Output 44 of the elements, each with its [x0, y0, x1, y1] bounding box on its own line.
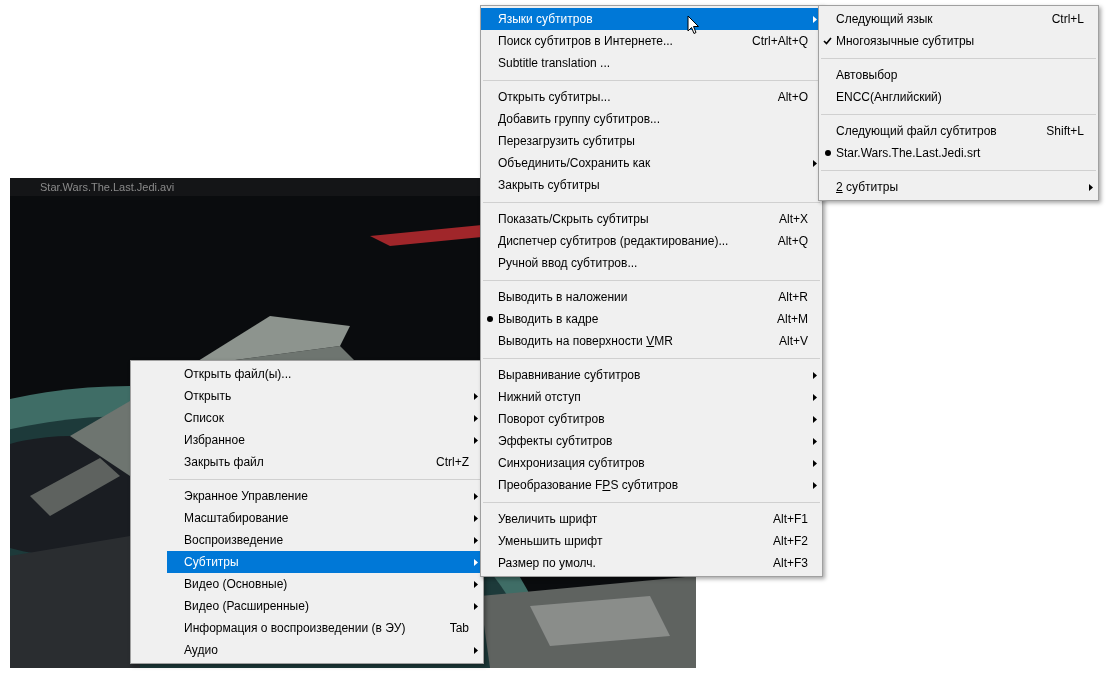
- menu-item[interactable]: Увеличить шрифт Alt+F1: [481, 508, 822, 530]
- menu-item[interactable]: Выводить в наложении Alt+R: [481, 286, 822, 308]
- window-title: Star.Wars.The.Last.Jedi.avi: [40, 179, 175, 195]
- menu-item[interactable]: Ручной ввод субтитров...: [481, 252, 822, 274]
- menu-item[interactable]: Уменьшить шрифт Alt+F2: [481, 530, 822, 552]
- menu-item[interactable]: Выравнивание субтитров: [481, 364, 822, 386]
- menu-item[interactable]: Открыть: [167, 385, 483, 407]
- menu-item[interactable]: Выводить на поверхности VMR Alt+V: [481, 330, 822, 352]
- menu-item[interactable]: Аудио: [167, 639, 483, 661]
- menu-item[interactable]: Поворот субтитров: [481, 408, 822, 430]
- menu-item[interactable]: Размер по умолч. Alt+F3: [481, 552, 822, 574]
- menu-item[interactable]: Эффекты субтитров: [481, 430, 822, 452]
- menu-item[interactable]: Выводить в кадре Alt+M: [481, 308, 822, 330]
- menu-item[interactable]: Закрыть файл Ctrl+Z: [167, 451, 483, 473]
- menu-item[interactable]: Субтитры: [167, 551, 483, 573]
- menu-item[interactable]: Объединить/Сохранить как: [481, 152, 822, 174]
- menu-item[interactable]: Нижний отступ: [481, 386, 822, 408]
- menu-item[interactable]: Масштабирование: [167, 507, 483, 529]
- menu-item[interactable]: Экранное Управление: [167, 485, 483, 507]
- menu-item[interactable]: Следующий файл субтитров Shift+L: [819, 120, 1098, 142]
- menu-item[interactable]: Добавить группу субтитров...: [481, 108, 822, 130]
- menu-item[interactable]: Открыть субтитры... Alt+O: [481, 86, 822, 108]
- menu-item[interactable]: Следующий язык Ctrl+L: [819, 8, 1098, 30]
- menu-item[interactable]: ENCC(Английский): [819, 86, 1098, 108]
- menu-item[interactable]: Синхронизация субтитров: [481, 452, 822, 474]
- menu-item[interactable]: Воспроизведение: [167, 529, 483, 551]
- menu-item[interactable]: Автовыбор: [819, 64, 1098, 86]
- menu-item[interactable]: Открыть файл(ы)...: [167, 363, 483, 385]
- menu-item[interactable]: Видео (Расширенные): [167, 595, 483, 617]
- menu-item[interactable]: Subtitle translation ...: [481, 52, 822, 74]
- menu-item[interactable]: Перезагрузить субтитры: [481, 130, 822, 152]
- menu-item[interactable]: Закрыть субтитры: [481, 174, 822, 196]
- menu-item[interactable]: Информация о воспроизведении (в ЭУ) Tab: [167, 617, 483, 639]
- menu-item[interactable]: Диспетчер субтитров (редактирование)... Alt+Q: [481, 230, 822, 252]
- menu-item[interactable]: Преобразование FPS субтитров: [481, 474, 822, 496]
- menu-item[interactable]: Избранное: [167, 429, 483, 451]
- menu-item[interactable]: Список: [167, 407, 483, 429]
- menu-item[interactable]: 2 субтитры: [819, 176, 1098, 198]
- menu-item[interactable]: Видео (Основные): [167, 573, 483, 595]
- menu-item[interactable]: Многоязычные субтитры: [819, 30, 1098, 52]
- menu-item[interactable]: Поиск субтитров в Интернете... Ctrl+Alt+Q: [481, 30, 822, 52]
- mouse-cursor-icon: [687, 15, 700, 35]
- menu-item[interactable]: Star.Wars.The.Last.Jedi.srt: [819, 142, 1098, 164]
- menu-item[interactable]: Показать/Скрыть субтитры Alt+X: [481, 208, 822, 230]
